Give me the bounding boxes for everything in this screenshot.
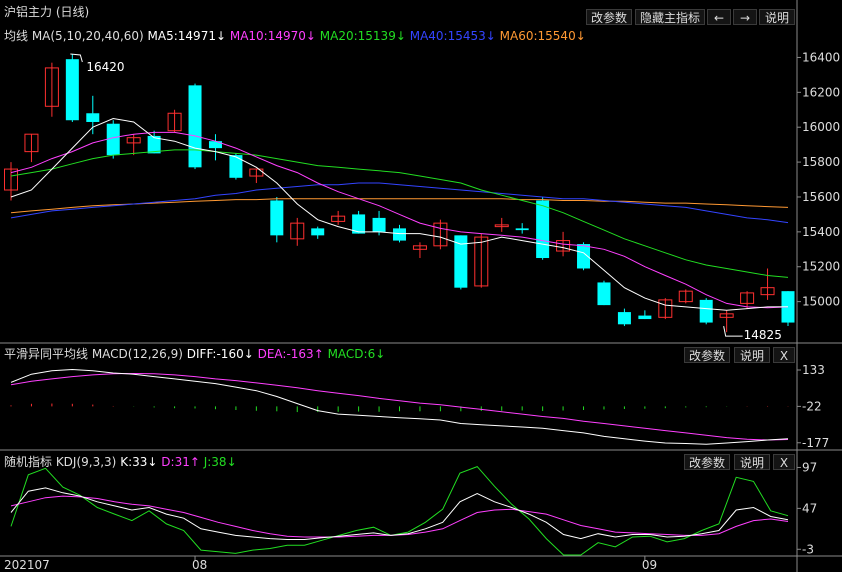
ma10-line <box>10 131 789 309</box>
kdj-panel <box>10 466 789 556</box>
j-line <box>10 466 789 556</box>
macd-panel <box>10 368 789 445</box>
candle-body <box>270 200 284 236</box>
macd-y-tick-label: -22 <box>802 399 822 413</box>
candle-body <box>515 228 529 231</box>
candle-body <box>65 59 79 121</box>
kdj-y-tick-label: -3 <box>802 542 814 556</box>
candle-body <box>597 282 611 306</box>
candle-body <box>86 113 100 122</box>
candle-body <box>229 155 243 178</box>
ma60-line <box>10 198 789 214</box>
d-line <box>10 495 789 538</box>
x-tick-label: 09 <box>642 558 657 572</box>
moving-averages <box>10 117 789 311</box>
candle-body <box>372 217 386 232</box>
macd-y-tick-label: 133 <box>802 363 825 377</box>
y-tick-label: 15800 <box>802 155 840 169</box>
candlestick-chart[interactable]: 16400 16200 16000 15800 15600 15400 15200 15000… <box>0 0 842 572</box>
candle-body <box>699 299 713 323</box>
k-line <box>10 487 789 540</box>
y-tick-label: 15000 <box>802 295 840 309</box>
high-price-label: 16420 <box>86 60 124 74</box>
ma20-line <box>10 149 789 278</box>
axes-frame <box>0 0 842 572</box>
candle-body <box>638 315 652 320</box>
candle-body <box>536 200 550 259</box>
candle-body <box>188 85 202 168</box>
x-tick-label: 202107 <box>4 558 50 572</box>
candle-body <box>106 123 120 156</box>
tick-labels: 16400 16200 16000 15800 15600 15400 15200 15000… <box>4 50 840 572</box>
y-tick-label: 16000 <box>802 120 840 134</box>
candle-body <box>617 312 631 325</box>
candles <box>4 53 795 333</box>
kdj-y-tick-label: 97 <box>802 460 817 474</box>
low-price-label: 14825 <box>744 328 782 342</box>
candle-body <box>393 228 406 241</box>
kdj-y-tick-label: 47 <box>802 501 817 515</box>
macd-y-tick-label: -177 <box>802 436 829 450</box>
y-tick-label: 15600 <box>802 190 840 204</box>
x-tick-label: 08 <box>192 558 207 572</box>
candle-body <box>311 228 325 236</box>
y-tick-label: 16400 <box>802 50 840 64</box>
y-tick-label: 15200 <box>802 260 840 274</box>
y-tick-label: 16200 <box>802 85 840 99</box>
y-tick-label: 15400 <box>802 225 840 239</box>
